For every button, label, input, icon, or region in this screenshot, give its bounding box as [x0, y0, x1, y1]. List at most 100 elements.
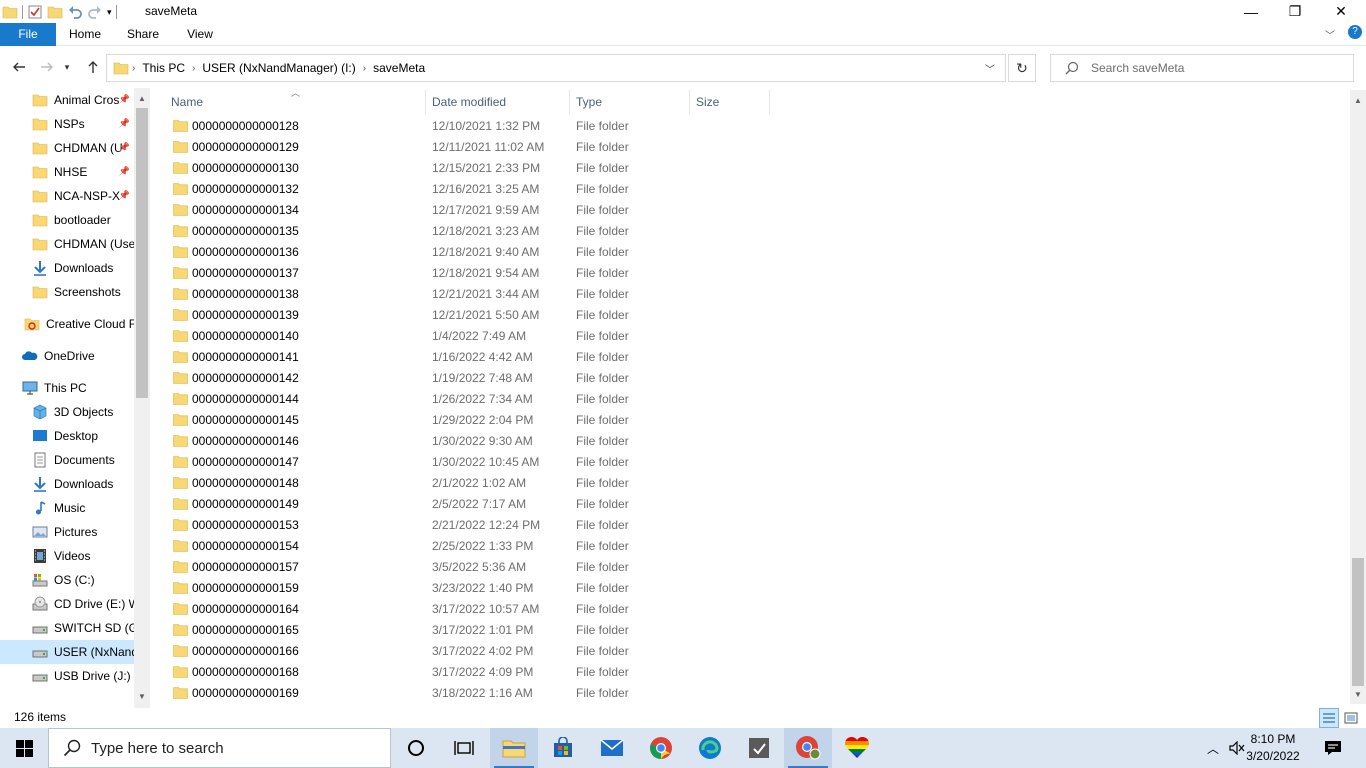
back-button[interactable] — [8, 56, 30, 78]
forward-button[interactable] — [36, 56, 58, 78]
properties-icon[interactable] — [27, 4, 43, 20]
file-name[interactable]: 0000000000000164 — [192, 602, 299, 616]
nav-item[interactable]: SWITCH SD (G:) — [0, 616, 134, 640]
file-name[interactable]: 0000000000000137 — [192, 266, 299, 280]
breadcrumb-chevron-icon[interactable]: › — [132, 63, 135, 74]
search-box[interactable]: Search saveMeta — [1050, 54, 1354, 82]
taskbar-search-box[interactable]: Type here to search — [48, 728, 391, 768]
file-row[interactable]: 0000000000000165 3/17/2022 1:01 PM File fo… — [166, 620, 766, 641]
nav-item[interactable]: Animal Cros 📌 — [0, 88, 134, 112]
column-header-type[interactable]: Type — [576, 90, 602, 114]
nav-item[interactable]: CHDMAN (Use — [0, 232, 134, 256]
file-row[interactable]: 0000000000000138 12/21/2021 3:44 AM File f… — [166, 284, 766, 305]
file-row[interactable]: 0000000000000135 12/18/2021 3:23 AM File f… — [166, 221, 766, 242]
file-explorer-taskbar-button[interactable] — [490, 728, 538, 768]
notifications-button[interactable] — [1318, 728, 1348, 768]
file-row[interactable]: 0000000000000140 1/4/2022 7:49 AM File fol… — [166, 326, 766, 347]
microsoft-store-taskbar-button[interactable] — [539, 728, 587, 768]
breadcrumb-chevron-icon[interactable]: › — [363, 63, 366, 74]
help-icon[interactable]: ? — [1348, 25, 1362, 39]
nav-item[interactable]: Music — [0, 496, 134, 520]
file-name[interactable]: 0000000000000153 — [192, 518, 299, 532]
file-row[interactable]: 0000000000000148 2/1/2022 1:02 AM File fol… — [166, 473, 766, 494]
file-name[interactable]: 0000000000000146 — [192, 434, 299, 448]
file-row[interactable]: 0000000000000169 3/18/2022 1:16 AM File fo… — [166, 683, 766, 704]
tab-home[interactable]: Home — [58, 23, 112, 46]
nav-item[interactable]: NSPs 📌 — [0, 112, 134, 136]
tab-view[interactable]: View — [174, 23, 226, 46]
tab-share[interactable]: Share — [116, 23, 170, 46]
file-row[interactable]: 0000000000000166 3/17/2022 4:02 PM File fo… — [166, 641, 766, 662]
file-name[interactable]: 0000000000000169 — [192, 686, 299, 700]
minimize-button[interactable]: — — [1228, 0, 1274, 23]
file-row[interactable]: 0000000000000129 12/11/2021 11:02 AM File … — [166, 137, 766, 158]
nav-item[interactable]: CHDMAN (U 📌 — [0, 136, 134, 160]
file-row[interactable]: 0000000000000130 12/15/2021 2:33 PM File f… — [166, 158, 766, 179]
breadcrumb-user-drive[interactable]: USER (NxNandManager) (I:) — [202, 61, 355, 75]
file-name[interactable]: 0000000000000140 — [192, 329, 299, 343]
nav-item[interactable]: bootloader — [0, 208, 134, 232]
file-row[interactable]: 0000000000000164 3/17/2022 10:57 AM File f… — [166, 599, 766, 620]
expand-ribbon-chevron-icon[interactable]: ﹀ — [1325, 27, 1335, 42]
column-divider[interactable] — [569, 90, 570, 114]
file-name[interactable]: 0000000000000142 — [192, 371, 299, 385]
nav-item[interactable]: Downloads — [0, 256, 134, 280]
file-row[interactable]: 0000000000000168 3/17/2022 4:09 PM File fo… — [166, 662, 766, 683]
scroll-down-arrow-icon[interactable]: ▼ — [134, 688, 150, 704]
file-name[interactable]: 0000000000000147 — [192, 455, 299, 469]
nav-item[interactable]: Screenshots — [0, 280, 134, 304]
customize-toolbar-chevron-icon[interactable]: ▾ — [107, 7, 112, 18]
address-bar[interactable]: › This PC › USER (NxNandManager) (I:) › … — [106, 54, 1006, 82]
file-name[interactable]: 0000000000000139 — [192, 308, 299, 322]
nav-item[interactable]: Creative Cloud F — [0, 312, 134, 336]
breadcrumb-this-pc[interactable]: This PC — [142, 61, 185, 75]
file-row[interactable]: 0000000000000134 12/17/2021 9:59 AM File f… — [166, 200, 766, 221]
task-view-button[interactable] — [440, 728, 488, 768]
file-name[interactable]: 0000000000000148 — [192, 476, 299, 490]
file-row[interactable]: 0000000000000153 2/21/2022 12:24 PM File f… — [166, 515, 766, 536]
nav-item[interactable]: OS (C:) — [0, 568, 134, 592]
file-row[interactable]: 0000000000000146 1/30/2022 9:30 AM File fo… — [166, 431, 766, 452]
file-name[interactable]: 0000000000000129 — [192, 140, 299, 154]
show-hidden-icons-chevron-icon[interactable]: ︿ — [1202, 728, 1224, 768]
undo-icon[interactable] — [67, 4, 83, 20]
file-row[interactable]: 0000000000000132 12/16/2021 3:25 AM File f… — [166, 179, 766, 200]
nav-item[interactable]: 3D Objects — [0, 400, 134, 424]
file-list-scrollbar[interactable]: ▲ ▼ — [1350, 90, 1366, 704]
nav-item[interactable]: NHSE 📌 — [0, 160, 134, 184]
new-folder-icon[interactable] — [47, 4, 63, 20]
file-row[interactable]: 0000000000000147 1/30/2022 10:45 AM File f… — [166, 452, 766, 473]
app-taskbar-button[interactable] — [735, 728, 783, 768]
file-name[interactable]: 0000000000000134 — [192, 203, 299, 217]
breadcrumb-savemeta[interactable]: saveMeta — [373, 61, 425, 75]
file-name[interactable]: 0000000000000154 — [192, 539, 299, 553]
system-clock[interactable]: 8:10 PM 3/20/2022 — [1238, 731, 1308, 765]
file-name[interactable]: 0000000000000157 — [192, 560, 299, 574]
nav-item[interactable]: This PC — [0, 376, 134, 400]
column-header-size[interactable]: Size — [696, 90, 719, 114]
column-divider[interactable] — [689, 90, 690, 114]
nav-item[interactable]: USB Drive (J:) — [0, 664, 134, 688]
tab-file[interactable]: File — [0, 23, 56, 46]
column-header-name[interactable]: Name — [171, 90, 203, 114]
pride-heart-taskbar-button[interactable] — [833, 728, 881, 768]
details-view-button[interactable] — [1319, 708, 1339, 728]
nav-item[interactable]: Downloads — [0, 472, 134, 496]
nav-pane-scrollbar[interactable]: ▲ ▼ — [134, 88, 150, 708]
file-row[interactable]: 0000000000000141 1/16/2022 4:42 AM File fo… — [166, 347, 766, 368]
column-divider[interactable] — [769, 90, 770, 114]
column-divider[interactable] — [425, 90, 426, 114]
scroll-down-arrow-icon[interactable]: ▼ — [1350, 686, 1366, 702]
file-name[interactable]: 0000000000000168 — [192, 665, 299, 679]
file-name[interactable]: 0000000000000144 — [192, 392, 299, 406]
breadcrumb-chevron-icon[interactable]: › — [192, 63, 195, 74]
file-row[interactable]: 0000000000000159 3/23/2022 1:40 PM File fo… — [166, 578, 766, 599]
file-name[interactable]: 0000000000000165 — [192, 623, 299, 637]
nav-item[interactable]: Desktop — [0, 424, 134, 448]
large-icons-view-button[interactable] — [1341, 708, 1361, 728]
file-name[interactable]: 0000000000000135 — [192, 224, 299, 238]
nav-item[interactable]: Videos — [0, 544, 134, 568]
nav-item[interactable]: OneDrive — [0, 344, 134, 368]
redo-icon[interactable] — [87, 4, 103, 20]
file-name[interactable]: 0000000000000130 — [192, 161, 299, 175]
